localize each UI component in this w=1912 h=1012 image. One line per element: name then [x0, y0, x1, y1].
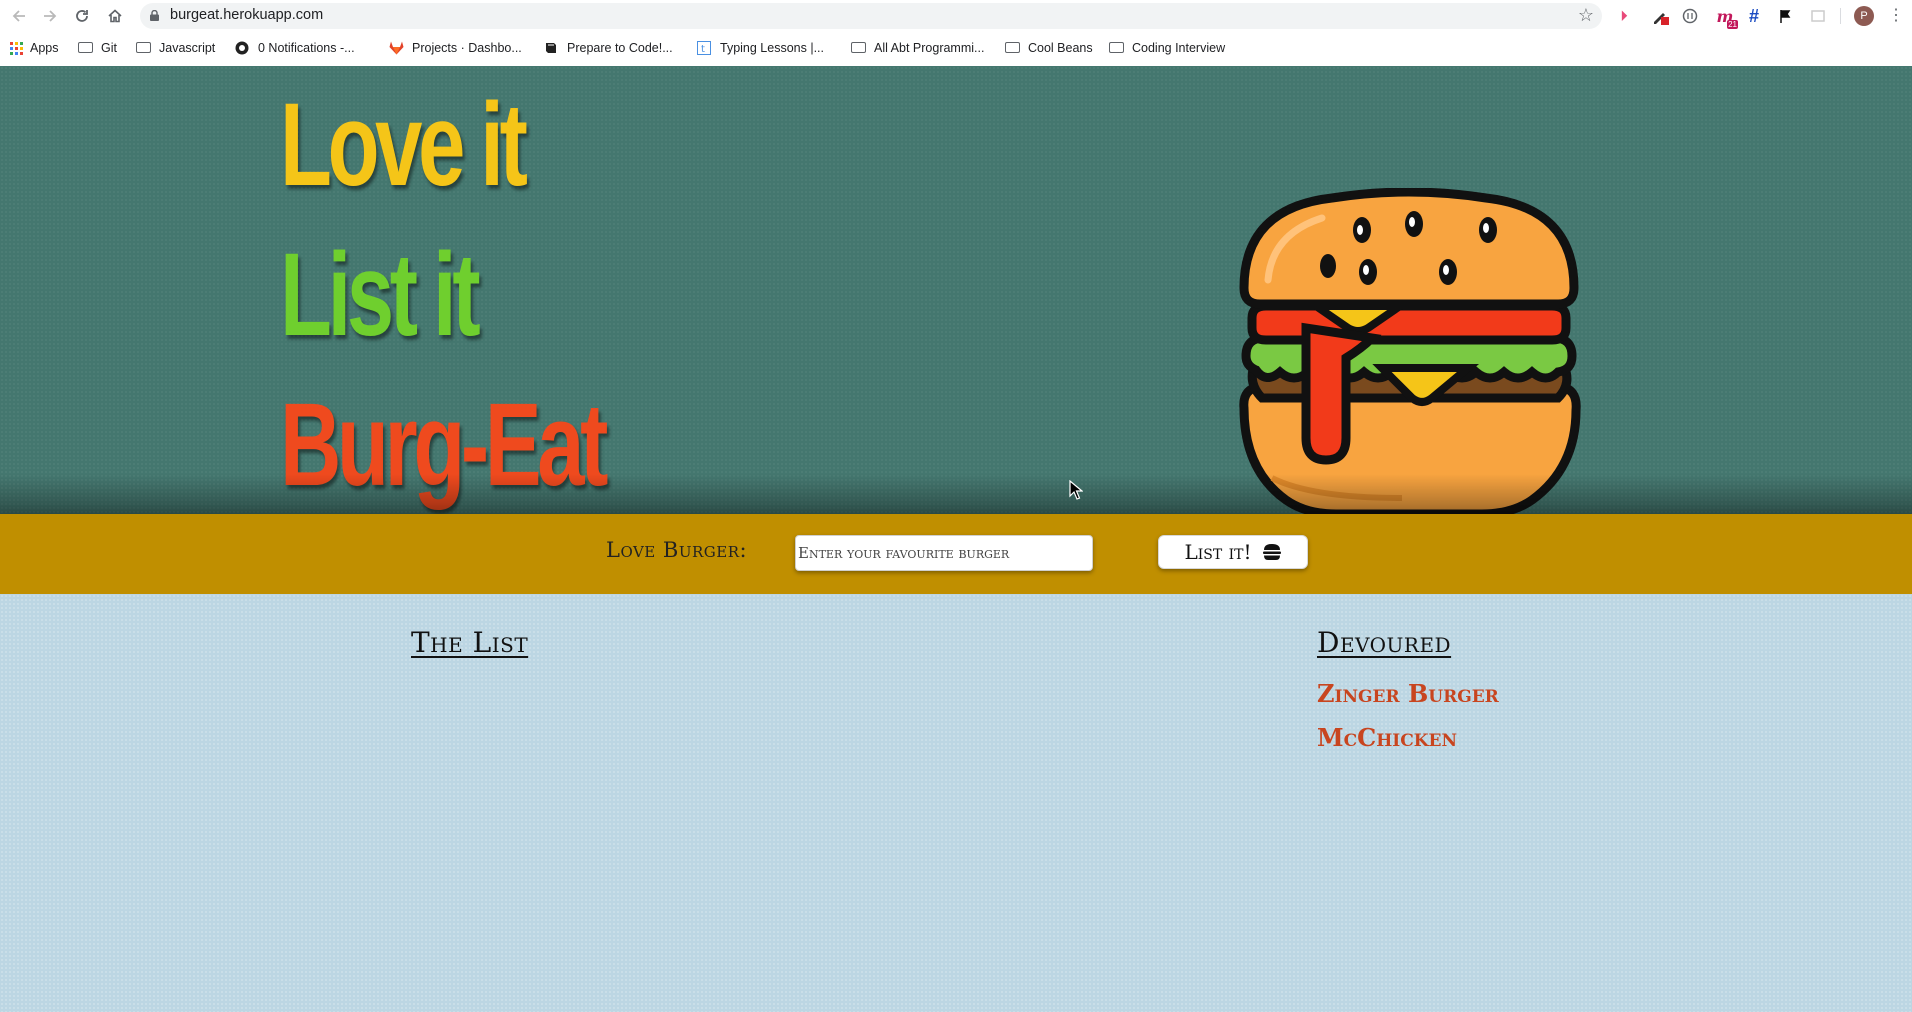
slogan-list-it: List it — [280, 229, 481, 361]
list-it-button[interactable]: List it! — [1158, 535, 1308, 569]
folder-icon — [136, 41, 152, 55]
extension-hash-icon[interactable]: # — [1744, 6, 1764, 26]
back-button[interactable] — [8, 5, 30, 27]
devoured-item: Zinger Burger — [1317, 679, 1499, 708]
bookmark-label: Apps — [30, 41, 59, 55]
hero-shadow — [0, 474, 1912, 514]
extension-circle-icon[interactable] — [1680, 6, 1700, 26]
bookmark-label: Typing Lessons |... — [720, 41, 824, 55]
pen-icon — [1654, 13, 1669, 25]
lock-icon — [150, 10, 159, 21]
browser-chrome: burgeat.herokuapp.com ☆ ⏵ m 21 # P ⋮ App… — [0, 0, 1912, 67]
home-icon — [108, 9, 122, 23]
bookmark-label: 0 Notifications -... — [258, 41, 355, 55]
typing-icon: t — [697, 41, 713, 55]
bookmark-projects[interactable]: Projects · Dashbo... — [389, 39, 522, 57]
add-burger-form: Love Burger: List it! — [0, 514, 1912, 594]
address-bar[interactable]: burgeat.herokuapp.com ☆ — [140, 3, 1602, 29]
mouse-cursor-icon — [1069, 480, 1083, 500]
bookmarks-bar: Apps Git Javascript 0 Notifications -...… — [0, 35, 1912, 61]
bookmark-label: All Abt Programmi... — [874, 41, 985, 55]
flag-icon — [1780, 10, 1791, 23]
extension-badge: 21 — [1727, 20, 1738, 29]
burger-name-input[interactable] — [795, 535, 1093, 571]
devoured-item: McChicken — [1317, 723, 1458, 752]
browser-toolbar: burgeat.herokuapp.com ☆ ⏵ m 21 # P ⋮ — [0, 0, 1912, 32]
bookmark-coding-interview[interactable]: Coding Interview — [1109, 39, 1225, 57]
bookmark-javascript[interactable]: Javascript — [136, 39, 215, 57]
bookmark-all-abt[interactable]: All Abt Programmi... — [851, 39, 984, 57]
hamburger-icon — [1262, 544, 1281, 560]
bookmark-label: Prepare to Code!... — [567, 41, 673, 55]
bookmark-label: Git — [101, 41, 117, 55]
bookmark-typing[interactable]: t Typing Lessons |... — [697, 39, 824, 57]
the-list-title: The List — [411, 626, 529, 659]
profile-avatar[interactable]: P — [1854, 6, 1874, 26]
extension-m-icon[interactable]: m 21 — [1712, 6, 1738, 29]
toolbar-divider — [1840, 8, 1841, 24]
bookmark-prepare[interactable]: Prepare to Code!... — [544, 39, 673, 57]
bookmark-label: Cool Beans — [1028, 41, 1093, 55]
arrow-right-icon — [44, 10, 57, 22]
list-it-button-label: List it! — [1184, 540, 1252, 564]
bookmark-label: Javascript — [159, 41, 216, 55]
extension-puzzle-icon[interactable] — [1808, 6, 1828, 26]
devoured-list: Zinger Burger McChicken — [1317, 676, 1499, 764]
puzzle-icon — [1811, 10, 1825, 22]
reload-icon — [76, 10, 88, 22]
apps-grid-icon — [10, 41, 23, 55]
bookmark-git[interactable]: Git — [78, 39, 117, 57]
burger-input-label: Love Burger: — [606, 538, 748, 562]
browser-menu-icon[interactable]: ⋮ — [1888, 5, 1904, 25]
github-icon — [235, 41, 251, 55]
extension-flag-icon[interactable] — [1775, 6, 1795, 26]
devoured-title: Devoured — [1317, 626, 1452, 659]
folder-icon — [1005, 41, 1021, 55]
gitlab-icon — [389, 41, 405, 55]
forward-button[interactable] — [39, 5, 61, 27]
circle-icon — [1682, 8, 1698, 24]
folder-icon — [1109, 41, 1125, 55]
arrow-left-icon — [12, 10, 25, 22]
bookmark-notifications[interactable]: 0 Notifications -... — [235, 39, 355, 57]
folder-icon — [78, 41, 94, 55]
burger-lists: The List Devoured Zinger Burger McChicke… — [0, 594, 1912, 1012]
hero-banner: Love it List it Burg-Eat — [0, 66, 1912, 519]
folder-icon — [851, 41, 867, 55]
bookmark-apps[interactable]: Apps — [10, 39, 59, 57]
url-text: burgeat.herokuapp.com — [170, 7, 324, 23]
bookmark-label: Projects · Dashbo... — [412, 41, 522, 55]
book-icon — [544, 41, 560, 55]
bookmark-star-icon[interactable]: ☆ — [1578, 5, 1594, 26]
slogan-love-it: Love it — [280, 79, 528, 211]
extension-cast-icon[interactable]: ⏵ — [1614, 6, 1634, 26]
extension-pen-icon[interactable] — [1650, 6, 1670, 26]
reload-button[interactable] — [71, 5, 93, 27]
bookmark-cool-beans[interactable]: Cool Beans — [1005, 39, 1093, 57]
home-button[interactable] — [104, 5, 126, 27]
bookmark-label: Coding Interview — [1132, 41, 1226, 55]
avatar-initial: P — [1860, 10, 1868, 22]
svg-text:t: t — [701, 44, 705, 55]
